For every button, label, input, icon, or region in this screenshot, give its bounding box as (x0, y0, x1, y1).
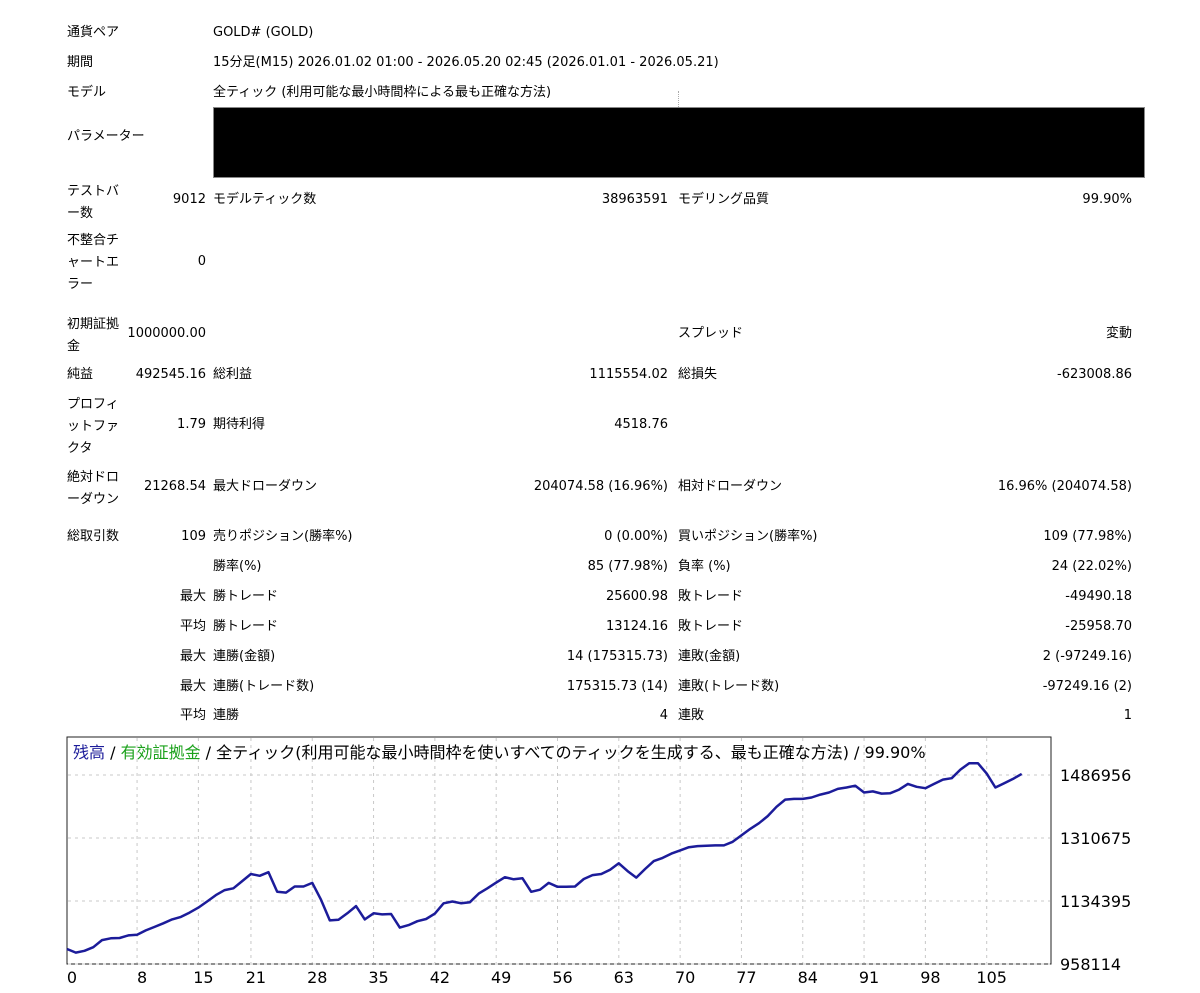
x-tick-label: 0 (67, 968, 77, 987)
chart-legend: 残高 / 有効証拠金 / 全ティック(利用可能な最小時間枠を使いすべてのティック… (73, 743, 926, 762)
y-tick-label: 958114 (1060, 955, 1121, 974)
y-axis-ticks: 958114 1134395 1310675 1486956 (1060, 766, 1131, 974)
x-tick-label: 98 (920, 968, 940, 987)
x-tick-label: 42 (430, 968, 450, 987)
legend-balance: 残高 (73, 743, 105, 762)
x-tick-label: 84 (798, 968, 818, 987)
x-tick-label: 105 (976, 968, 1007, 987)
x-tick-label: 8 (137, 968, 147, 987)
x-tick-label: 77 (736, 968, 756, 987)
chart-frame (66, 736, 1052, 965)
balance-chart: 0 8 15 21 28 35 42 49 56 63 70 77 84 91 98 105 958114 11… (66, 736, 1131, 987)
x-tick-label: 63 (614, 968, 634, 987)
x-tick-label: 49 (491, 968, 511, 987)
x-tick-label: 70 (675, 968, 695, 987)
x-tick-label: 35 (368, 968, 388, 987)
y-tick-label: 1486956 (1060, 766, 1131, 785)
y-tick-label: 1134395 (1060, 892, 1131, 911)
x-tick-label: 21 (246, 968, 266, 987)
legend-rest: / 全ティック(利用可能な最小時間枠を使いすべてのティックを生成する、最も正確な… (201, 743, 926, 762)
x-tick-label: 56 (552, 968, 572, 987)
x-tick-label: 15 (193, 968, 213, 987)
legend-sep: / (105, 743, 121, 762)
x-axis-ticks: 0 8 15 21 28 35 42 49 56 63 70 77 84 91 98 105 (67, 968, 1007, 987)
x-tick-label: 28 (307, 968, 327, 987)
legend-equity: 有効証拠金 (121, 743, 201, 762)
y-tick-label: 1310675 (1060, 829, 1131, 848)
x-tick-label: 91 (859, 968, 879, 987)
